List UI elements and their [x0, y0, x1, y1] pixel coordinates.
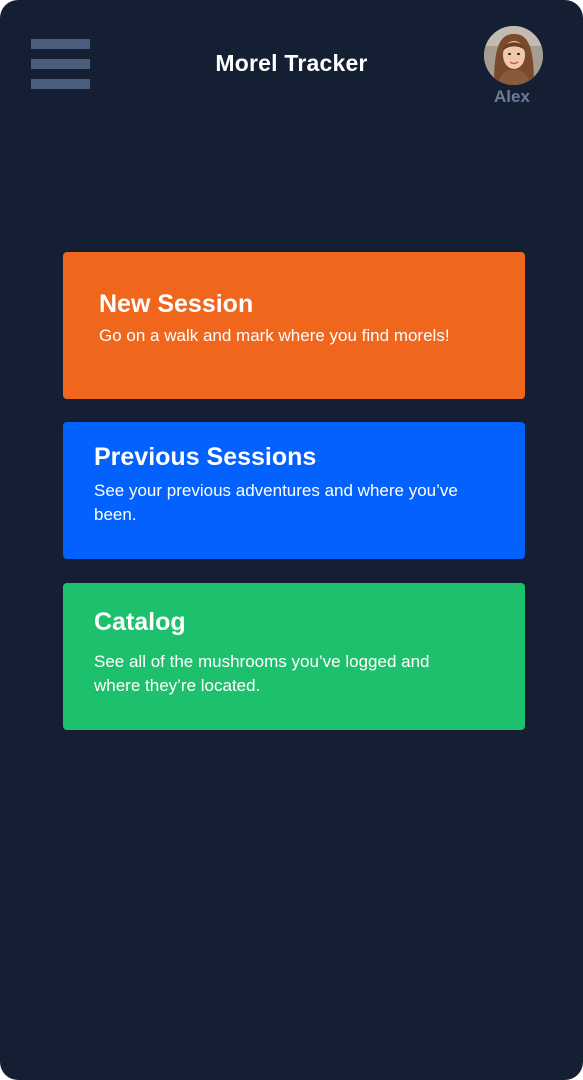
previous-sessions-card[interactable]: Previous Sessions See your previous adve… — [63, 422, 525, 559]
card-title: Previous Sessions — [94, 443, 317, 471]
app-screen: Morel Tracker Alex New Session Go on a w… — [0, 0, 583, 1080]
card-description: Go on a walk and mark where you find mor… — [99, 326, 450, 345]
menu-bar-top — [31, 39, 90, 49]
avatar-portrait-icon — [484, 26, 543, 85]
catalog-card[interactable]: Catalog See all of the mushrooms you’ve … — [63, 583, 525, 730]
card-title: Catalog — [94, 608, 186, 636]
menu-bar-bottom — [31, 79, 90, 89]
user-avatar[interactable] — [484, 26, 543, 85]
card-description: See your previous adventures and where y… — [94, 481, 458, 524]
user-name: Alex — [494, 87, 530, 106]
card-description: See all of the mushrooms you’ve logged a… — [94, 652, 430, 695]
card-title: New Session — [99, 290, 254, 318]
new-session-card[interactable]: New Session Go on a walk and mark where … — [63, 252, 525, 399]
